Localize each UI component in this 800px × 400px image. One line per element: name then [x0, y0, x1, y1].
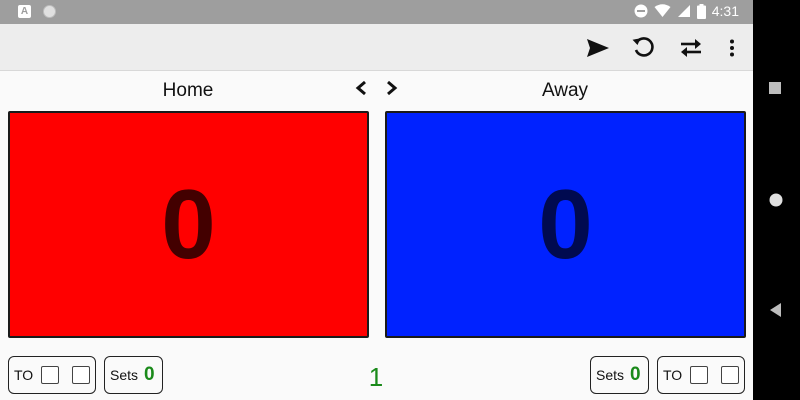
home-sets-label: Sets	[110, 367, 139, 383]
back-button[interactable]	[770, 303, 782, 317]
reset-icon	[632, 37, 654, 57]
home-timeout-1-checkbox[interactable]	[41, 366, 60, 384]
send-button[interactable]	[585, 35, 611, 61]
reset-button[interactable]	[631, 35, 657, 61]
swap-button[interactable]	[678, 35, 704, 61]
more-options-button[interactable]	[719, 35, 745, 61]
system-nav-bar	[753, 0, 800, 400]
status-right: 4:31	[634, 3, 739, 19]
do-not-disturb-icon	[634, 4, 648, 18]
home-sets-group[interactable]: Sets 0	[104, 356, 163, 394]
status-left: A	[18, 5, 56, 18]
home-team-name[interactable]: Home	[8, 80, 368, 102]
toolbar	[0, 24, 753, 71]
wifi-icon	[654, 4, 671, 17]
app-screen: A 4:31 Home Away 0 0 TO Sets 0 1 Sets 0 …	[0, 0, 753, 400]
overview-icon	[769, 82, 781, 94]
home-timeout-group: TO	[8, 356, 96, 394]
away-sets-value: 0	[630, 364, 641, 385]
home-score-panel[interactable]: 0	[8, 111, 369, 338]
overview-button[interactable]	[769, 82, 781, 94]
status-bar: A 4:31	[0, 0, 753, 24]
home-nav-button[interactable]	[769, 193, 783, 207]
home-timeout-label: TO	[14, 367, 34, 383]
away-timeout-1-checkbox[interactable]	[690, 366, 709, 384]
home-score: 0	[161, 169, 216, 279]
away-score-panel[interactable]: 0	[385, 111, 746, 338]
home-sets-value: 0	[144, 364, 155, 385]
status-time: 4:31	[711, 3, 739, 19]
home-timeout-2-checkbox[interactable]	[72, 366, 90, 384]
away-team-name[interactable]: Away	[385, 80, 745, 102]
away-score: 0	[538, 169, 593, 279]
back-icon	[770, 303, 781, 317]
home-icon	[769, 193, 783, 207]
current-set-number: 1	[368, 362, 384, 392]
circle-icon	[43, 5, 56, 18]
away-sets-label: Sets	[596, 367, 625, 383]
app-badge-icon: A	[18, 5, 31, 18]
previous-arrow[interactable]	[352, 78, 370, 98]
send-icon	[587, 39, 609, 57]
away-sets-group[interactable]: Sets 0	[590, 356, 649, 394]
swap-icon	[681, 39, 701, 57]
away-timeout-label: TO	[663, 367, 683, 383]
away-timeout-group: TO	[657, 356, 745, 394]
battery-icon	[696, 3, 706, 19]
more-vert-icon	[730, 39, 734, 57]
signal-icon	[677, 5, 690, 17]
chevron-left-icon	[355, 80, 366, 96]
away-timeout-2-checkbox[interactable]	[721, 366, 739, 384]
